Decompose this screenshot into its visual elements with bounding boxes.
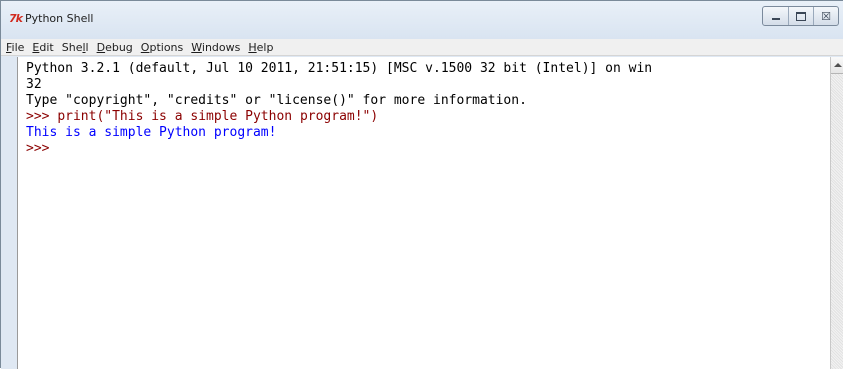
- title-bar[interactable]: 7k Python Shell ☒: [1, 1, 843, 39]
- close-button[interactable]: ☒: [813, 7, 838, 25]
- output-line: This is a simple Python program!: [26, 125, 277, 140]
- scroll-up-button[interactable]: [831, 57, 843, 74]
- shell-prompt: >>>: [26, 141, 50, 156]
- shell-lines: Python 3.2.1 (default, Jul 10 2011, 21:5…: [18, 57, 830, 157]
- menu-file[interactable]: File: [6, 40, 24, 55]
- python-tk-feather-icon: 7k: [9, 12, 23, 25]
- menu-help[interactable]: Help: [248, 40, 273, 55]
- window-frame-left: [1, 57, 17, 369]
- window-title: Python Shell: [25, 12, 94, 25]
- menu-bar: File Edit Shell Debug Options Windows He…: [1, 39, 843, 56]
- menu-windows[interactable]: Windows: [191, 40, 240, 55]
- arrow-up-icon: [833, 63, 842, 67]
- shell-prompt: >>>: [26, 109, 58, 124]
- menu-edit[interactable]: Edit: [32, 40, 53, 55]
- menu-debug[interactable]: Debug: [97, 40, 133, 55]
- maximize-icon: [796, 11, 806, 21]
- input-text: print("This is a simple Python program!"…: [57, 109, 379, 124]
- banner-line: 32: [26, 77, 42, 92]
- minimize-button[interactable]: [763, 7, 788, 25]
- menu-shell[interactable]: Shell: [62, 40, 89, 55]
- menu-options[interactable]: Options: [141, 40, 183, 55]
- current-prompt-line[interactable]: >>>: [18, 141, 830, 157]
- banner-line: Type "copyright", "credits" or "license(…: [26, 93, 527, 108]
- banner-line: Python 3.2.1 (default, Jul 10 2011, 21:5…: [26, 61, 653, 76]
- close-icon: ☒: [821, 9, 831, 23]
- minimize-icon: [771, 17, 780, 20]
- shell-text-area[interactable]: Python 3.2.1 (default, Jul 10 2011, 21:5…: [17, 57, 830, 369]
- maximize-button[interactable]: [788, 7, 813, 25]
- vertical-scrollbar[interactable]: [830, 57, 843, 369]
- input-line: >>> print("This is a simple Python progr…: [18, 109, 830, 125]
- window-controls: ☒: [762, 6, 839, 26]
- python-shell-window: 7k Python Shell ☒ File Edit Shell Debug …: [0, 0, 843, 369]
